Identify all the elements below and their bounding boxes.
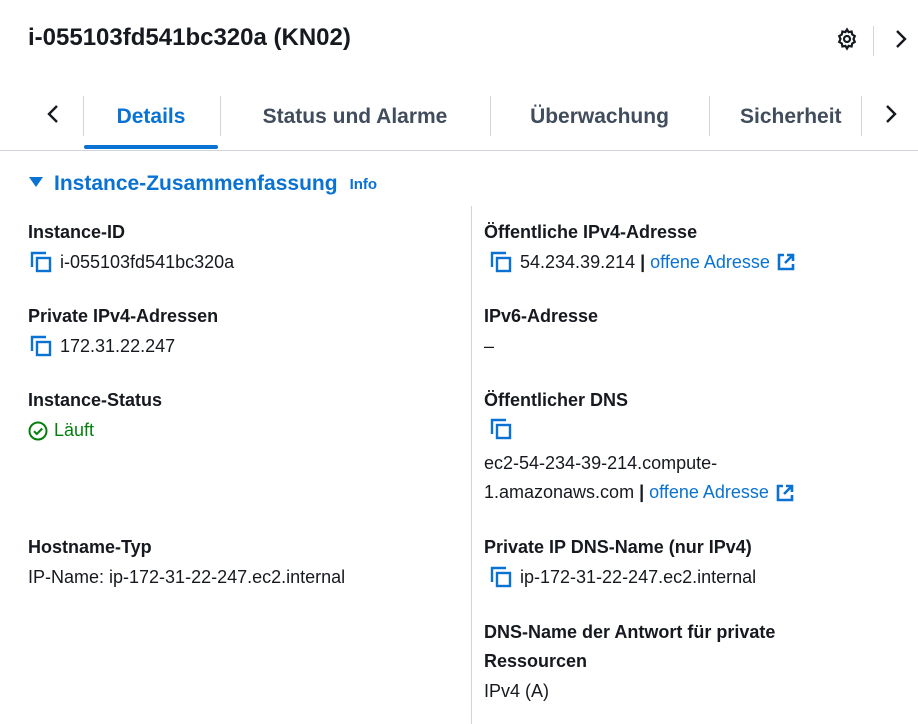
copy-icon[interactable] — [30, 335, 52, 357]
public-ipv4-label: Öffentliche IPv4-Adresse — [484, 222, 698, 242]
tab-ueberwachung[interactable]: Überwachung — [491, 92, 708, 142]
tabs-scroll-left-button[interactable] — [38, 101, 68, 131]
public-dns-label: Öffentlicher DNS — [484, 390, 629, 410]
chevron-right-icon — [894, 28, 908, 55]
public-dns-value-line1: ec2-54-234-39-214.compute- — [484, 453, 718, 473]
tabs-divider — [861, 96, 862, 136]
instance-status-label: Instance-Status — [28, 390, 163, 410]
instance-id-label: Instance-ID — [28, 222, 126, 242]
page-title: i-055103fd541bc320a (KN02) — [28, 24, 351, 51]
private-ip-dns-value-row: ip-172-31-22-247.ec2.internal — [490, 566, 756, 588]
chevron-left-icon — [46, 103, 60, 130]
instance-id-value: i-055103fd541bc320a — [60, 251, 235, 272]
instance-status-value-row: Läuft — [28, 420, 94, 441]
open-address-link[interactable]: offene Adresse — [649, 482, 769, 503]
tab-status-und-alarme[interactable]: Status und Alarme — [221, 92, 489, 142]
info-link[interactable]: Info — [350, 176, 378, 193]
external-link-icon[interactable] — [775, 483, 795, 503]
separator: | — [640, 251, 646, 272]
tabs-bottom-border — [0, 150, 918, 151]
tabs-scroll-right-button[interactable] — [876, 101, 906, 131]
open-address-link[interactable]: offene Adresse — [650, 252, 770, 273]
public-dns-value-line2: 1.amazonaws.com — [484, 482, 635, 502]
tab-sicherheit[interactable]: Sicherheit — [710, 92, 860, 142]
external-link-icon[interactable] — [776, 252, 796, 272]
copy-icon[interactable] — [490, 566, 512, 588]
private-ipv4-value-row: 172.31.22.247 — [30, 335, 175, 357]
copy-icon[interactable] — [490, 418, 512, 440]
dns-answer-label-line1: DNS-Name der Antwort für private — [484, 622, 776, 642]
column-divider — [471, 206, 472, 724]
public-dns-value-row: 1.amazonaws.com | offene Adresse — [484, 482, 795, 503]
section-toggle[interactable]: Instance-Zusammenfassung Info — [28, 172, 377, 196]
ipv6-label: IPv6-Adresse — [484, 306, 599, 326]
check-circle-icon — [28, 421, 48, 441]
public-ipv4-value: 54.234.39.214 — [520, 251, 636, 272]
instance-id-value-row: i-055103fd541bc320a — [30, 251, 234, 273]
chevron-right-icon — [884, 103, 898, 130]
copy-icon[interactable] — [30, 251, 52, 273]
dns-answer-value: IPv4 (A) — [484, 681, 550, 701]
copy-icon[interactable] — [490, 251, 512, 273]
section-title: Instance-Zusammenfassung — [54, 172, 338, 195]
private-ip-dns-label: Private IP DNS-Name (nur IPv4) — [484, 537, 752, 557]
expand-panel-button[interactable] — [886, 26, 916, 56]
hostname-type-value: IP-Name: ip-172-31-22-247.ec2.internal — [28, 567, 346, 587]
private-ipv4-value: 172.31.22.247 — [60, 335, 176, 356]
active-tab-indicator — [84, 145, 218, 149]
tab-details[interactable]: Details — [84, 92, 218, 142]
gear-icon — [835, 26, 859, 56]
private-ip-dns-value: ip-172-31-22-247.ec2.internal — [520, 566, 757, 587]
public-ipv4-value-row: 54.234.39.214 | offene Adresse — [490, 251, 796, 273]
private-ipv4-label: Private IPv4-Adressen — [28, 306, 219, 326]
dns-answer-label-line2: Ressourcen — [484, 651, 588, 671]
instance-status-value: Läuft — [54, 420, 95, 440]
public-dns-copy-row — [490, 418, 520, 440]
header-divider — [873, 26, 874, 56]
ipv6-value: – — [484, 336, 495, 356]
hostname-type-label: Hostname-Typ — [28, 537, 152, 557]
separator: | — [639, 482, 645, 502]
settings-button[interactable] — [832, 26, 862, 56]
caret-down-icon — [28, 175, 44, 194]
